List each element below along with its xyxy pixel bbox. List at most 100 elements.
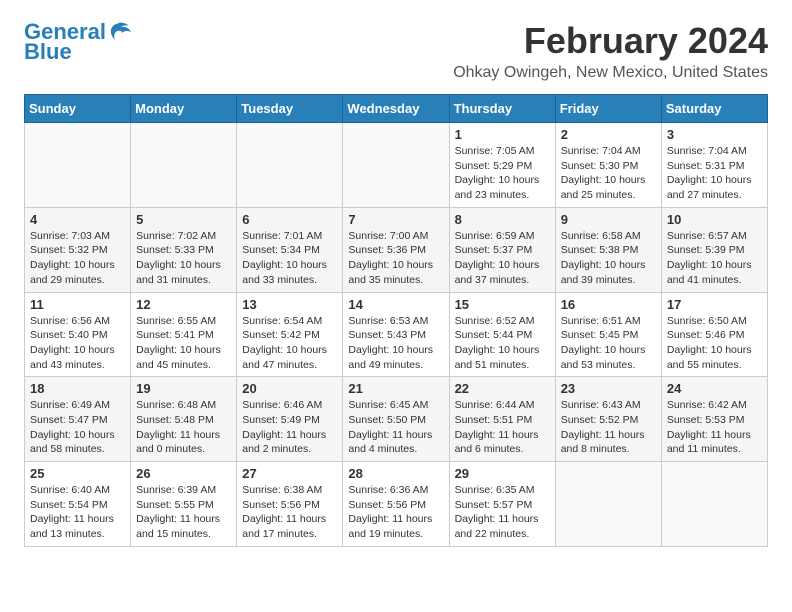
calendar-cell: 7 Sunrise: 7:00 AMSunset: 5:36 PMDaylight… xyxy=(343,207,449,292)
day-info: Sunrise: 6:55 AMSunset: 5:41 PMDaylight:… xyxy=(136,314,231,373)
day-info: Sunrise: 6:45 AMSunset: 5:50 PMDaylight:… xyxy=(348,398,443,457)
day-info: Sunrise: 6:46 AMSunset: 5:49 PMDaylight:… xyxy=(242,398,337,457)
day-number: 10 xyxy=(667,212,762,227)
day-number: 5 xyxy=(136,212,231,227)
calendar-cell: 22Sunrise: 6:44 AMSunset: 5:51 PMDayligh… xyxy=(449,377,555,462)
calendar-cell xyxy=(25,123,131,208)
day-info: Sunrise: 6:39 AMSunset: 5:55 PMDaylight:… xyxy=(136,483,231,542)
calendar-cell: 24 Sunrise: 6:42 AMSunset: 5:53 PMDayligh… xyxy=(661,377,767,462)
day-info: Sunrise: 7:04 AMSunset: 5:30 PMDaylight:… xyxy=(561,144,656,203)
day-info: Sunrise: 6:36 AMSunset: 5:56 PMDaylight:… xyxy=(348,483,443,542)
day-number: 12 xyxy=(136,297,231,312)
day-info: Sunrise: 7:00 AMSunset: 5:36 PMDaylight:… xyxy=(348,229,443,288)
calendar-cell: 15 Sunrise: 6:52 AMSunset: 5:44 PMDayligh… xyxy=(449,292,555,377)
calendar-cell: 3Sunrise: 7:04 AMSunset: 5:31 PMDaylight… xyxy=(661,123,767,208)
calendar-week-row: 18Sunrise: 6:49 AMSunset: 5:47 PMDayligh… xyxy=(25,377,768,462)
title-block: February 2024 Ohkay Owingeh, New Mexico,… xyxy=(453,20,768,82)
calendar-cell: 26 Sunrise: 6:39 AMSunset: 5:55 PMDayligh… xyxy=(131,462,237,547)
day-number: 7 xyxy=(348,212,443,227)
logo-bird-icon xyxy=(109,22,131,40)
day-number: 11 xyxy=(30,297,125,312)
day-of-week-header: Friday xyxy=(555,95,661,123)
subtitle: Ohkay Owingeh, New Mexico, United States xyxy=(453,64,768,82)
calendar-week-row: 25 Sunrise: 6:40 AMSunset: 5:54 PMDayligh… xyxy=(25,462,768,547)
calendar-cell xyxy=(343,123,449,208)
calendar-cell: 13 Sunrise: 6:54 AMSunset: 5:42 PMDayligh… xyxy=(237,292,343,377)
day-number: 25 xyxy=(30,466,125,481)
calendar-cell xyxy=(131,123,237,208)
day-number: 16 xyxy=(561,297,656,312)
day-number: 20 xyxy=(242,381,337,396)
day-of-week-header: Tuesday xyxy=(237,95,343,123)
day-number: 9 xyxy=(561,212,656,227)
calendar-cell xyxy=(237,123,343,208)
day-number: 2 xyxy=(561,127,656,142)
day-number: 23 xyxy=(561,381,656,396)
calendar-cell: 25 Sunrise: 6:40 AMSunset: 5:54 PMDayligh… xyxy=(25,462,131,547)
day-info: Sunrise: 6:52 AMSunset: 5:44 PMDaylight:… xyxy=(455,314,550,373)
calendar-cell: 17 Sunrise: 6:50 AMSunset: 5:46 PMDayligh… xyxy=(661,292,767,377)
day-info: Sunrise: 7:03 AMSunset: 5:32 PMDaylight:… xyxy=(30,229,125,288)
calendar-cell: 2 Sunrise: 7:04 AMSunset: 5:30 PMDaylight… xyxy=(555,123,661,208)
day-number: 13 xyxy=(242,297,337,312)
calendar-cell: 18Sunrise: 6:49 AMSunset: 5:47 PMDayligh… xyxy=(25,377,131,462)
calendar-cell xyxy=(555,462,661,547)
day-number: 26 xyxy=(136,466,231,481)
day-number: 29 xyxy=(455,466,550,481)
day-number: 19 xyxy=(136,381,231,396)
day-number: 3 xyxy=(667,127,762,142)
calendar-table: SundayMondayTuesdayWednesdayThursdayFrid… xyxy=(24,94,768,547)
calendar-cell: 5 Sunrise: 7:02 AMSunset: 5:33 PMDaylight… xyxy=(131,207,237,292)
day-number: 4 xyxy=(30,212,125,227)
day-info: Sunrise: 6:57 AMSunset: 5:39 PMDaylight:… xyxy=(667,229,762,288)
day-info: Sunrise: 6:53 AMSunset: 5:43 PMDaylight:… xyxy=(348,314,443,373)
day-info: Sunrise: 6:58 AMSunset: 5:38 PMDaylight:… xyxy=(561,229,656,288)
logo-blue-text: Blue xyxy=(24,40,72,64)
day-number: 8 xyxy=(455,212,550,227)
calendar-week-row: 4 Sunrise: 7:03 AMSunset: 5:32 PMDaylight… xyxy=(25,207,768,292)
calendar-cell: 28 Sunrise: 6:36 AMSunset: 5:56 PMDayligh… xyxy=(343,462,449,547)
day-of-week-header: Saturday xyxy=(661,95,767,123)
calendar-week-row: 1Sunrise: 7:05 AMSunset: 5:29 PMDaylight… xyxy=(25,123,768,208)
day-info: Sunrise: 6:43 AMSunset: 5:52 PMDaylight:… xyxy=(561,398,656,457)
day-number: 27 xyxy=(242,466,337,481)
day-info: Sunrise: 7:05 AMSunset: 5:29 PMDaylight:… xyxy=(455,144,550,203)
calendar-cell: 23 Sunrise: 6:43 AMSunset: 5:52 PMDayligh… xyxy=(555,377,661,462)
calendar-cell: 1Sunrise: 7:05 AMSunset: 5:29 PMDaylight… xyxy=(449,123,555,208)
day-info: Sunrise: 6:50 AMSunset: 5:46 PMDaylight:… xyxy=(667,314,762,373)
calendar-cell: 10 Sunrise: 6:57 AMSunset: 5:39 PMDayligh… xyxy=(661,207,767,292)
day-info: Sunrise: 6:35 AMSunset: 5:57 PMDaylight:… xyxy=(455,483,550,542)
day-number: 24 xyxy=(667,381,762,396)
day-number: 14 xyxy=(348,297,443,312)
day-info: Sunrise: 7:02 AMSunset: 5:33 PMDaylight:… xyxy=(136,229,231,288)
calendar-cell: 21 Sunrise: 6:45 AMSunset: 5:50 PMDayligh… xyxy=(343,377,449,462)
calendar-week-row: 11Sunrise: 6:56 AMSunset: 5:40 PMDayligh… xyxy=(25,292,768,377)
day-info: Sunrise: 6:38 AMSunset: 5:56 PMDaylight:… xyxy=(242,483,337,542)
day-number: 21 xyxy=(348,381,443,396)
day-number: 6 xyxy=(242,212,337,227)
calendar-cell: 4 Sunrise: 7:03 AMSunset: 5:32 PMDaylight… xyxy=(25,207,131,292)
day-number: 22 xyxy=(455,381,550,396)
day-info: Sunrise: 6:54 AMSunset: 5:42 PMDaylight:… xyxy=(242,314,337,373)
day-of-week-header: Monday xyxy=(131,95,237,123)
calendar-cell: 19 Sunrise: 6:48 AMSunset: 5:48 PMDayligh… xyxy=(131,377,237,462)
main-title: February 2024 xyxy=(453,20,768,62)
day-number: 15 xyxy=(455,297,550,312)
calendar-cell xyxy=(661,462,767,547)
calendar-cell: 14 Sunrise: 6:53 AMSunset: 5:43 PMDayligh… xyxy=(343,292,449,377)
day-of-week-header: Wednesday xyxy=(343,95,449,123)
calendar-cell: 27 Sunrise: 6:38 AMSunset: 5:56 PMDayligh… xyxy=(237,462,343,547)
calendar-cell: 6Sunrise: 7:01 AMSunset: 5:34 PMDaylight… xyxy=(237,207,343,292)
day-number: 28 xyxy=(348,466,443,481)
day-info: Sunrise: 6:48 AMSunset: 5:48 PMDaylight:… xyxy=(136,398,231,457)
day-info: Sunrise: 6:42 AMSunset: 5:53 PMDaylight:… xyxy=(667,398,762,457)
day-number: 18 xyxy=(30,381,125,396)
page-header: General Blue February 2024 Ohkay Owingeh… xyxy=(24,20,768,82)
logo: General Blue xyxy=(24,20,131,64)
calendar-header-row: SundayMondayTuesdayWednesdayThursdayFrid… xyxy=(25,95,768,123)
day-number: 17 xyxy=(667,297,762,312)
day-of-week-header: Sunday xyxy=(25,95,131,123)
calendar-cell: 29 Sunrise: 6:35 AMSunset: 5:57 PMDayligh… xyxy=(449,462,555,547)
calendar-cell: 16Sunrise: 6:51 AMSunset: 5:45 PMDayligh… xyxy=(555,292,661,377)
day-info: Sunrise: 6:40 AMSunset: 5:54 PMDaylight:… xyxy=(30,483,125,542)
